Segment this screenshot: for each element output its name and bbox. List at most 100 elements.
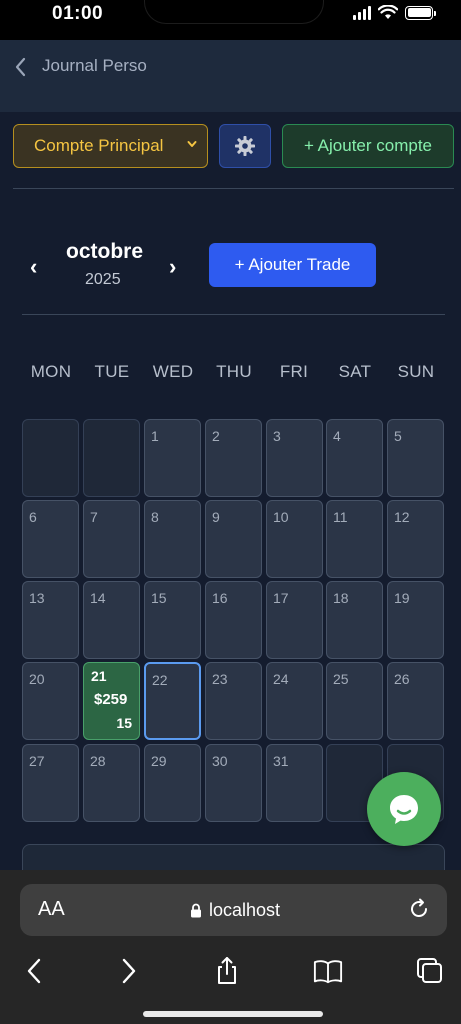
day-cell[interactable]: 20 [22,662,79,740]
wifi-icon [378,5,398,19]
address-bar[interactable]: AA localhost [20,884,447,936]
day-cell[interactable]: 28 [83,744,140,822]
day-number: 28 [90,753,106,769]
day-cell[interactable]: 13 [22,581,79,659]
empty-day-cell [22,419,79,497]
weekday-label: SAT [338,362,372,381]
weekday-label: SUN [397,362,435,381]
empty-day-cell [83,419,140,497]
day-number: 5 [394,428,402,444]
day-cell[interactable]: 1 [144,419,201,497]
day-number: 4 [333,428,341,444]
reload-icon[interactable] [407,897,431,921]
page-title: Journal Perso [42,56,147,75]
day-cell[interactable]: 27 [22,744,79,822]
divider [13,188,454,189]
tabs-icon[interactable] [415,956,445,986]
day-number: 7 [90,509,98,525]
day-cell[interactable]: 6 [22,500,79,578]
status-time: 01:00 [52,3,104,24]
day-number: 3 [273,428,281,444]
day-cell[interactable]: 10 [266,500,323,578]
day-number: 26 [394,671,410,687]
browser-back-icon[interactable] [20,956,50,986]
day-number: 16 [212,590,228,606]
day-cell[interactable]: 11 [326,500,383,578]
account-select-value: Compte Principal [34,136,164,155]
day-cell[interactable]: 16 [205,581,262,659]
signal-icon [353,5,371,20]
back-chevron-icon[interactable] [12,56,30,78]
day-number: 29 [151,753,167,769]
url-display[interactable]: localhost [190,900,280,921]
day-cell[interactable]: 26 [387,662,444,740]
day-number: 6 [29,509,37,525]
day-number: 1 [151,428,159,444]
browser-forward-icon[interactable] [113,956,143,986]
profit-day-cell[interactable]: 21 $259 15 [83,662,140,740]
account-settings-button[interactable] [219,124,271,168]
day-cell[interactable]: 15 [144,581,201,659]
browser-toolbar: AA localhost [0,870,461,1024]
status-bar: 01:00 [0,0,461,40]
day-number: 12 [394,509,410,525]
day-number: 9 [212,509,220,525]
month-year: 2025 [85,271,121,288]
day-cell[interactable]: 3 [266,419,323,497]
month-name: octobre [66,240,144,263]
day-number: 10 [273,509,289,525]
status-icons [353,5,436,20]
home-indicator [143,1011,323,1017]
day-number: 15 [151,590,167,606]
day-cell[interactable]: 31 [266,744,323,822]
app-header: Journal Perso [0,40,461,112]
day-cell[interactable]: 17 [266,581,323,659]
url-text: localhost [209,900,281,920]
prev-month-button[interactable]: ‹ [30,254,37,280]
day-cell[interactable]: 2 [205,419,262,497]
day-cell[interactable]: 24 [266,662,323,740]
day-cell[interactable]: 5 [387,419,444,497]
add-account-button[interactable]: + Ajouter compte [282,124,454,168]
weekday-label: MON [30,362,72,381]
day-cell[interactable]: 12 [387,500,444,578]
day-number: 13 [29,590,45,606]
day-number: 11 [333,509,348,525]
day-cell[interactable]: 18 [326,581,383,659]
day-number: 23 [212,671,228,687]
text-size-label: AA [38,898,65,920]
day-cell[interactable]: 25 [326,662,383,740]
day-cell[interactable]: 7 [83,500,140,578]
day-number: 19 [394,590,410,606]
day-cell[interactable]: 29 [144,744,201,822]
phone-screen: 01:00 Journal Perso Compte Principal + A… [0,0,461,1024]
gear-icon [235,136,255,156]
day-cell[interactable]: 9 [205,500,262,578]
add-trade-button[interactable]: + Ajouter Trade [209,243,376,287]
day-number: 8 [151,509,159,525]
next-month-button[interactable]: › [169,254,176,280]
today-day-cell[interactable]: 22 [144,662,201,740]
day-number: 31 [273,753,289,769]
day-number: 24 [273,671,289,687]
day-number: 30 [212,753,228,769]
day-cell[interactable]: 4 [326,419,383,497]
weekday-label: THU [216,362,252,381]
day-number: 14 [90,590,106,606]
chat-button[interactable] [367,772,441,846]
day-cell[interactable]: 30 [205,744,262,822]
weekday-label: WED [152,362,194,381]
weekday-label: FRI [279,362,309,381]
bookmarks-icon[interactable] [313,956,343,986]
day-number: 22 [152,672,168,688]
share-icon[interactable] [212,956,242,986]
day-cell[interactable]: 23 [205,662,262,740]
day-trade-count: 15 [116,715,132,731]
text-size-button[interactable]: AA [38,898,65,921]
account-select[interactable]: Compte Principal [13,124,208,168]
day-cell[interactable]: 8 [144,500,201,578]
day-cell[interactable]: 14 [83,581,140,659]
day-cell[interactable]: 19 [387,581,444,659]
divider [22,314,445,315]
day-number: 25 [333,671,349,687]
